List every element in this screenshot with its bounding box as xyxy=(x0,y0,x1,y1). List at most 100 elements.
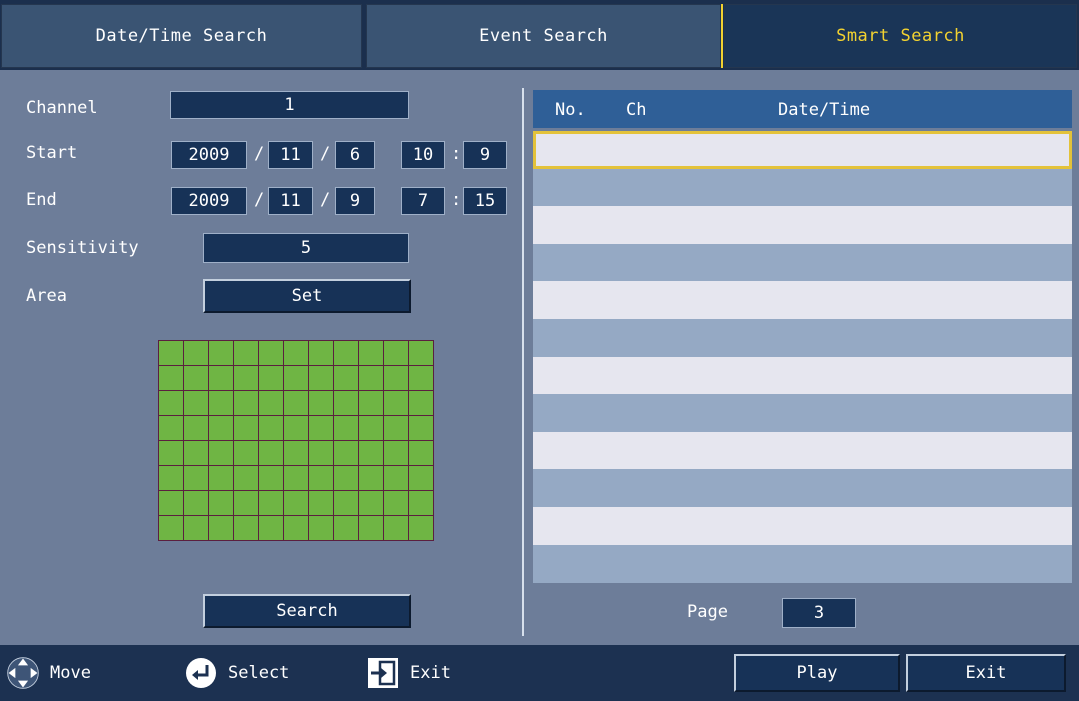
area-grid-cell[interactable] xyxy=(309,466,333,490)
area-grid-cell[interactable] xyxy=(384,416,408,440)
area-grid-cell[interactable] xyxy=(209,341,233,365)
end-hour-field[interactable]: 7 xyxy=(398,184,448,218)
table-row[interactable] xyxy=(533,168,1072,207)
area-grid-cell[interactable] xyxy=(259,391,283,415)
area-grid-cell[interactable] xyxy=(409,491,433,515)
area-grid-cell[interactable] xyxy=(184,441,208,465)
table-row[interactable] xyxy=(533,394,1072,433)
area-grid-cell[interactable] xyxy=(284,491,308,515)
area-grid-cell[interactable] xyxy=(209,466,233,490)
area-grid-cell[interactable] xyxy=(259,416,283,440)
area-grid-cell[interactable] xyxy=(384,441,408,465)
area-grid-cell[interactable] xyxy=(384,491,408,515)
area-grid-cell[interactable] xyxy=(334,366,358,390)
area-grid-cell[interactable] xyxy=(409,341,433,365)
area-grid-cell[interactable] xyxy=(259,341,283,365)
area-grid-cell[interactable] xyxy=(184,391,208,415)
area-grid-cell[interactable] xyxy=(234,516,258,540)
area-grid-cell[interactable] xyxy=(284,416,308,440)
area-grid-cell[interactable] xyxy=(234,466,258,490)
area-grid-cell[interactable] xyxy=(309,516,333,540)
area-grid-cell[interactable] xyxy=(259,516,283,540)
tab-smart-search[interactable]: Smart Search xyxy=(724,4,1077,68)
area-grid-cell[interactable] xyxy=(259,491,283,515)
area-grid-cell[interactable] xyxy=(384,341,408,365)
area-grid-cell[interactable] xyxy=(234,441,258,465)
start-minute-field[interactable]: 9 xyxy=(460,138,510,172)
area-grid-cell[interactable] xyxy=(284,441,308,465)
area-grid-cell[interactable] xyxy=(309,391,333,415)
area-grid-cell[interactable] xyxy=(309,341,333,365)
area-grid-cell[interactable] xyxy=(359,341,383,365)
area-grid-cell[interactable] xyxy=(359,491,383,515)
area-grid-cell[interactable] xyxy=(159,341,183,365)
area-grid-cell[interactable] xyxy=(209,441,233,465)
area-grid-cell[interactable] xyxy=(334,491,358,515)
table-row[interactable] xyxy=(533,356,1072,395)
table-row[interactable] xyxy=(533,281,1072,320)
area-grid-cell[interactable] xyxy=(409,441,433,465)
area-grid-cell[interactable] xyxy=(234,416,258,440)
area-grid-cell[interactable] xyxy=(159,441,183,465)
area-grid-cell[interactable] xyxy=(309,366,333,390)
area-grid-cell[interactable] xyxy=(334,391,358,415)
area-grid-cell[interactable] xyxy=(209,491,233,515)
area-grid-cell[interactable] xyxy=(234,341,258,365)
area-grid-cell[interactable] xyxy=(334,341,358,365)
area-grid-cell[interactable] xyxy=(234,491,258,515)
table-row[interactable] xyxy=(533,206,1072,245)
area-grid-cell[interactable] xyxy=(334,441,358,465)
table-row[interactable] xyxy=(533,131,1072,169)
end-minute-field[interactable]: 15 xyxy=(460,184,510,218)
area-grid-cell[interactable] xyxy=(309,441,333,465)
area-grid-cell[interactable] xyxy=(359,516,383,540)
area-grid-cell[interactable] xyxy=(209,516,233,540)
start-hour-field[interactable]: 10 xyxy=(398,138,448,172)
start-day-field[interactable]: 6 xyxy=(332,138,378,172)
table-row[interactable] xyxy=(533,507,1072,545)
area-grid-cell[interactable] xyxy=(409,516,433,540)
area-grid-cell[interactable] xyxy=(284,466,308,490)
area-grid-cell[interactable] xyxy=(409,391,433,415)
table-row[interactable] xyxy=(533,319,1072,357)
area-grid-cell[interactable] xyxy=(234,391,258,415)
area-grid-cell[interactable] xyxy=(284,516,308,540)
end-year-field[interactable]: 2009 xyxy=(168,184,250,218)
area-grid-cell[interactable] xyxy=(334,416,358,440)
exit-button[interactable]: Exit xyxy=(906,654,1066,692)
area-grid-cell[interactable] xyxy=(284,391,308,415)
area-grid-cell[interactable] xyxy=(159,416,183,440)
table-row[interactable] xyxy=(533,544,1072,583)
page-field[interactable]: 3 xyxy=(779,595,859,631)
area-grid-cell[interactable] xyxy=(284,366,308,390)
table-row[interactable] xyxy=(533,243,1072,282)
play-button[interactable]: Play xyxy=(734,654,900,692)
tab-datetime-search[interactable]: Date/Time Search xyxy=(1,4,362,68)
area-grid-cell[interactable] xyxy=(384,466,408,490)
area-grid-cell[interactable] xyxy=(159,516,183,540)
area-grid-cell[interactable] xyxy=(359,366,383,390)
area-grid-cell[interactable] xyxy=(184,416,208,440)
area-grid-cell[interactable] xyxy=(184,466,208,490)
area-grid-cell[interactable] xyxy=(359,391,383,415)
area-grid-cell[interactable] xyxy=(359,441,383,465)
area-grid-cell[interactable] xyxy=(359,466,383,490)
area-grid-cell[interactable] xyxy=(359,416,383,440)
area-grid-cell[interactable] xyxy=(409,366,433,390)
area-grid-cell[interactable] xyxy=(259,441,283,465)
area-grid-cell[interactable] xyxy=(309,491,333,515)
area-grid-cell[interactable] xyxy=(334,516,358,540)
area-grid-cell[interactable] xyxy=(384,516,408,540)
area-grid-cell[interactable] xyxy=(209,391,233,415)
search-button[interactable]: Search xyxy=(203,594,411,628)
start-year-field[interactable]: 2009 xyxy=(168,138,250,172)
table-row[interactable] xyxy=(533,431,1072,470)
area-grid-cell[interactable] xyxy=(184,366,208,390)
area-grid-cell[interactable] xyxy=(159,391,183,415)
area-grid-cell[interactable] xyxy=(384,366,408,390)
area-grid-cell[interactable] xyxy=(259,366,283,390)
area-grid-cell[interactable] xyxy=(184,516,208,540)
motion-area-grid[interactable] xyxy=(158,340,434,541)
area-grid-cell[interactable] xyxy=(209,416,233,440)
area-grid-cell[interactable] xyxy=(159,366,183,390)
